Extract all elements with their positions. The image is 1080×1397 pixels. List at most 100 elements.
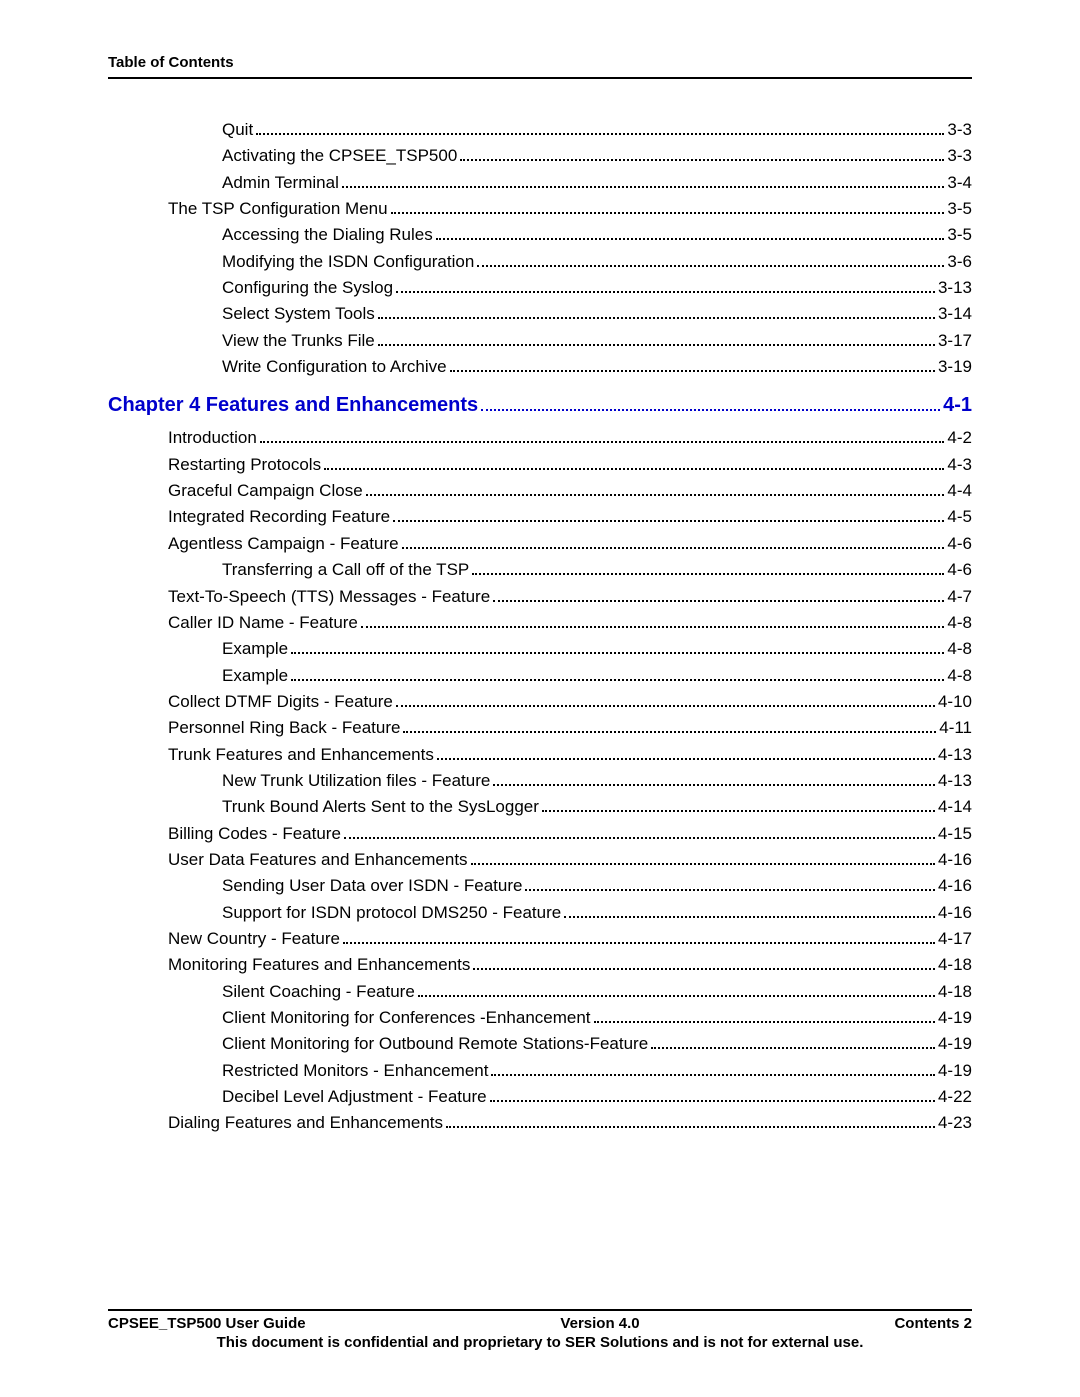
toc-entry[interactable]: The TSP Configuration Menu3-5 <box>168 196 972 222</box>
toc-leader-dots <box>366 494 945 496</box>
toc-page: 4-19 <box>938 1058 972 1084</box>
toc-label: View the Trunks File <box>222 328 375 354</box>
toc-entry[interactable]: Support for ISDN protocol DMS250 - Featu… <box>222 900 972 926</box>
toc-entry[interactable]: Integrated Recording Feature4-5 <box>168 504 972 530</box>
toc-entry[interactable]: Example4-8 <box>222 663 972 689</box>
toc-page: 4-14 <box>938 794 972 820</box>
toc-entry[interactable]: Client Monitoring for Outbound Remote St… <box>222 1031 972 1057</box>
toc-entry[interactable]: Introduction4-2 <box>168 425 972 451</box>
toc-leader-dots <box>396 705 935 707</box>
toc-entry[interactable]: Personnel Ring Back - Feature 4-11 <box>168 715 972 741</box>
toc-page: 4-7 <box>947 584 972 610</box>
toc-entry[interactable]: Modifying the ISDN Configuration3-6 <box>222 249 972 275</box>
toc-label: Sending User Data over ISDN - Feature <box>222 873 522 899</box>
toc-page: 3-17 <box>938 328 972 354</box>
toc-entry[interactable]: Quit3-3 <box>222 117 972 143</box>
toc-label: Dialing Features and Enhancements <box>168 1110 443 1136</box>
toc-leader-dots <box>256 133 944 135</box>
toc-leader-dots <box>402 547 945 549</box>
toc-label: Billing Codes - Feature <box>168 821 341 847</box>
toc-leader-dots <box>472 573 944 575</box>
toc-entry[interactable]: Transferring a Call off of the TSP4-6 <box>222 557 972 583</box>
toc-entry[interactable]: Caller ID Name - Feature4-8 <box>168 610 972 636</box>
toc-entry[interactable]: Activating the CPSEE_TSP5003-3 <box>222 143 972 169</box>
toc-page: 4-8 <box>947 636 972 662</box>
toc-page: 4-8 <box>947 610 972 636</box>
toc-label: Client Monitoring for Outbound Remote St… <box>222 1031 648 1057</box>
toc-label: Introduction <box>168 425 257 451</box>
toc-entry[interactable]: Agentless Campaign - Feature4-6 <box>168 531 972 557</box>
toc-entry[interactable]: Dialing Features and Enhancements 4-23 <box>168 1110 972 1136</box>
toc-page: 4-16 <box>938 873 972 899</box>
toc-label: Example <box>222 663 288 689</box>
toc-page: 4-11 <box>939 715 972 741</box>
toc-leader-dots <box>491 1074 935 1076</box>
toc-leader-dots <box>564 916 935 918</box>
toc-entry[interactable]: Client Monitoring for Conferences -Enhan… <box>222 1005 972 1031</box>
toc-leader-dots <box>324 468 944 470</box>
toc-label: Agentless Campaign - Feature <box>168 531 399 557</box>
toc-chapter[interactable]: Chapter 4 Features and Enhancements 4-1 <box>108 390 972 421</box>
toc-leader-dots <box>403 731 936 733</box>
toc-page: 4-18 <box>938 979 972 1005</box>
toc-page: 3-13 <box>938 275 972 301</box>
toc-entry[interactable]: Accessing the Dialing Rules3-5 <box>222 222 972 248</box>
toc-entry[interactable]: Graceful Campaign Close 4-4 <box>168 478 972 504</box>
toc-page: 3-3 <box>947 117 972 143</box>
toc-entry[interactable]: Trunk Bound Alerts Sent to the SysLogger… <box>222 794 972 820</box>
toc-entry[interactable]: Restarting Protocols4-3 <box>168 452 972 478</box>
toc-page: 3-4 <box>947 170 972 196</box>
toc-label: Chapter 4 Features and Enhancements <box>108 390 478 421</box>
toc-label: Client Monitoring for Conferences -Enhan… <box>222 1005 591 1031</box>
toc-leader-dots <box>473 968 935 970</box>
toc-entry[interactable]: Example4-8 <box>222 636 972 662</box>
toc-label: Accessing the Dialing Rules <box>222 222 433 248</box>
toc-label: Select System Tools <box>222 301 375 327</box>
toc-label: Configuring the Syslog <box>222 275 393 301</box>
toc-leader-dots <box>542 810 935 812</box>
toc-label: User Data Features and Enhancements <box>168 847 468 873</box>
toc-entry[interactable]: Write Configuration to Archive 3-19 <box>222 354 972 380</box>
toc-entry[interactable]: Select System Tools3-14 <box>222 301 972 327</box>
toc-entry[interactable]: New Trunk Utilization files - Feature4-1… <box>222 768 972 794</box>
toc-page: 4-23 <box>938 1110 972 1136</box>
toc-entry[interactable]: Text-To-Speech (TTS) Messages - Feature4… <box>168 584 972 610</box>
toc-label: Restarting Protocols <box>168 452 321 478</box>
toc-entry[interactable]: New Country - Feature4-17 <box>168 926 972 952</box>
toc-label: Monitoring Features and Enhancements <box>168 952 470 978</box>
toc-entry[interactable]: Admin Terminal 3-4 <box>222 170 972 196</box>
toc-page: 4-18 <box>938 952 972 978</box>
toc-entry[interactable]: User Data Features and Enhancements4-16 <box>168 847 972 873</box>
toc-label: Write Configuration to Archive <box>222 354 447 380</box>
toc-label: Decibel Level Adjustment - Feature <box>222 1084 487 1110</box>
toc-entry[interactable]: Monitoring Features and Enhancements 4-18 <box>168 952 972 978</box>
toc-label: New Country - Feature <box>168 926 340 952</box>
toc-entry[interactable]: Decibel Level Adjustment - Feature4-22 <box>222 1084 972 1110</box>
toc-page: 3-19 <box>938 354 972 380</box>
toc-label: Restricted Monitors - Enhancement <box>222 1058 488 1084</box>
toc-entry[interactable]: Configuring the Syslog 3-13 <box>222 275 972 301</box>
toc-label: Graceful Campaign Close <box>168 478 363 504</box>
toc-leader-dots <box>291 679 944 681</box>
toc-entry[interactable]: Silent Coaching - Feature4-18 <box>222 979 972 1005</box>
toc-entry[interactable]: Billing Codes - Feature4-15 <box>168 821 972 847</box>
toc-entry[interactable]: Sending User Data over ISDN - Feature 4-1… <box>222 873 972 899</box>
toc-page: 4-13 <box>938 742 972 768</box>
toc-leader-dots <box>594 1021 935 1023</box>
toc-label: Collect DTMF Digits - Feature <box>168 689 393 715</box>
toc-label: Personnel Ring Back - Feature <box>168 715 400 741</box>
toc-entry[interactable]: Restricted Monitors - Enhancement 4-19 <box>222 1058 972 1084</box>
toc-entry[interactable]: Trunk Features and Enhancements 4-13 <box>168 742 972 768</box>
table-of-contents: Quit3-3Activating the CPSEE_TSP5003-3Adm… <box>108 117 972 1137</box>
toc-page: 4-1 <box>943 390 972 421</box>
toc-label: Support for ISDN protocol DMS250 - Featu… <box>222 900 561 926</box>
toc-entry[interactable]: Collect DTMF Digits - Feature4-10 <box>168 689 972 715</box>
toc-leader-dots <box>493 784 935 786</box>
toc-label: Trunk Features and Enhancements <box>168 742 434 768</box>
toc-leader-dots <box>481 409 940 411</box>
toc-entry[interactable]: View the Trunks File 3-17 <box>222 328 972 354</box>
toc-label: Admin Terminal <box>222 170 339 196</box>
toc-leader-dots <box>525 889 935 891</box>
toc-page: 4-4 <box>947 478 972 504</box>
toc-page: 4-19 <box>938 1005 972 1031</box>
